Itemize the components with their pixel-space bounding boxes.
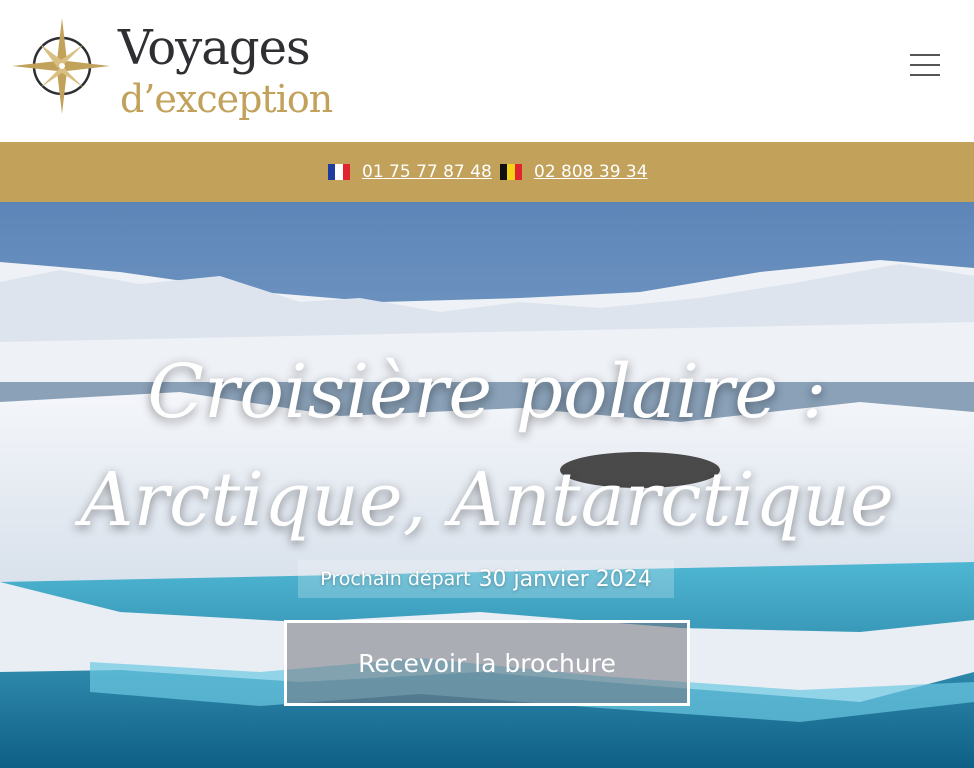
contact-bar: 01 75 77 87 48 02 808 39 34 [0, 142, 974, 202]
hero-title-line2: Arctique, Antarctique [80, 457, 894, 543]
next-departure-date: 30 janvier 2024 [478, 566, 652, 592]
next-departure-label: Prochain départ [320, 568, 471, 590]
logo-text-voyages: Voyages [118, 20, 311, 76]
flag-belgium-icon [500, 164, 522, 180]
flag-france-icon [328, 164, 350, 180]
compass-star-icon [12, 18, 110, 114]
hero-banner: Croisière polaire : Arctique, Antarctiqu… [0, 202, 974, 768]
site-header: Voyages d’exception [0, 0, 974, 142]
receive-brochure-button[interactable]: Recevoir la brochure [284, 620, 690, 706]
hero-title-line1: Croisière polaire : [147, 349, 827, 435]
phone-link-belgium[interactable]: 02 808 39 34 [500, 162, 648, 182]
phone-number-belgium: 02 808 39 34 [534, 162, 648, 182]
site-logo[interactable]: Voyages d’exception [10, 14, 350, 124]
phone-number-france: 01 75 77 87 48 [362, 162, 492, 182]
hamburger-menu-icon[interactable] [906, 50, 944, 80]
logo-text-exception: d’exception [120, 77, 333, 121]
hero-title: Croisière polaire : Arctique, Antarctiqu… [0, 338, 974, 554]
next-departure-info: Prochain départ 30 janvier 2024 [298, 560, 674, 598]
phone-link-france[interactable]: 01 75 77 87 48 [328, 162, 492, 182]
